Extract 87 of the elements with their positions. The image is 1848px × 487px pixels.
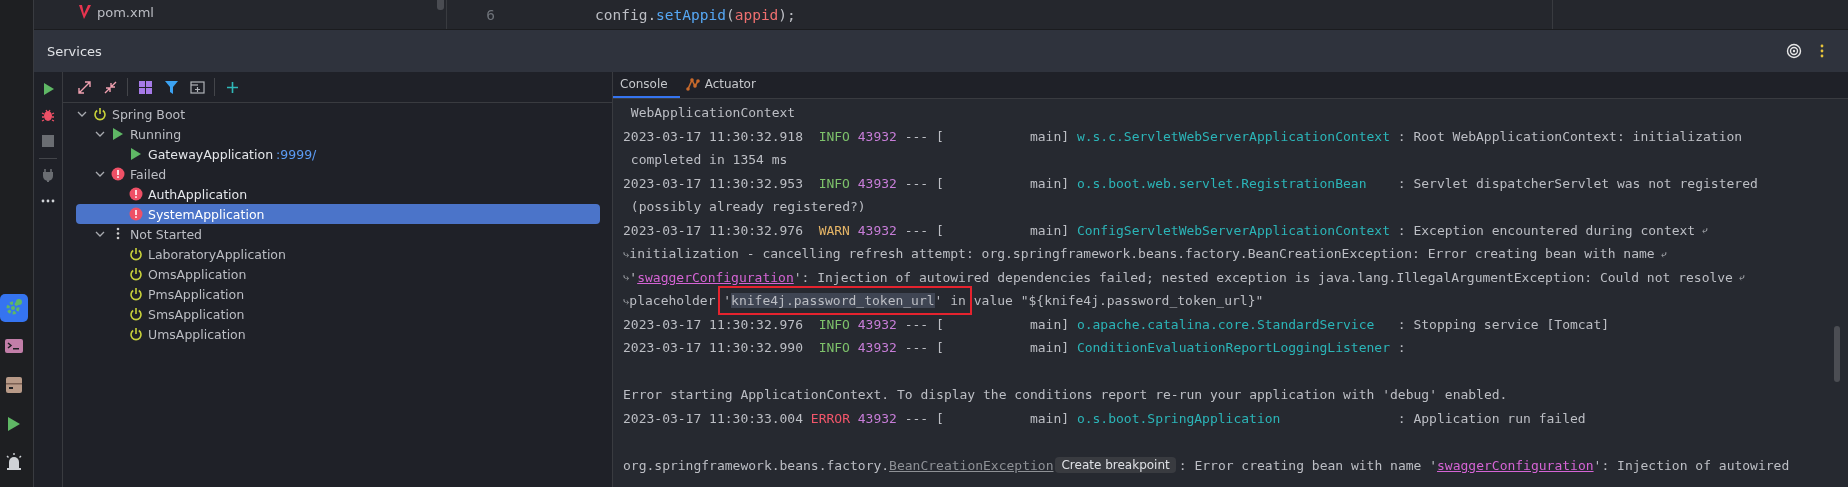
scrollbar-thumb[interactable] [1834, 326, 1840, 382]
console-text: placeholder 'knife4j.password_token_url' in value "${knife4j.password_token_url}" [629, 293, 1264, 309]
console-text: : Error creating bean with name 'swaggerConfiguration': Injection of autowired [1178, 457, 1790, 473]
package-icon [4, 375, 24, 395]
bug-icon [41, 108, 55, 122]
grid-icon [137, 79, 153, 95]
console-text: completed in 1354 ms [630, 152, 788, 168]
console-tab[interactable]: Actuator [679, 72, 768, 98]
tree-row[interactable]: UmsApplication [76, 324, 600, 344]
log-line: 2023-03-17 11:30:33.004 ERROR 43932 --- [ main] o.s.boot.SpringApplication : Application run failed [623, 410, 1586, 426]
tree-row[interactable]: SystemApplication [76, 204, 600, 224]
line-number: 6 [485, 7, 495, 23]
wrap-mark: ⤶ [1739, 271, 1746, 284]
tree-label: OmsApplication [148, 266, 247, 282]
tree-label: PmsApplication [148, 286, 245, 302]
target-icon [1786, 43, 1802, 59]
tool-window-button[interactable] [0, 294, 28, 322]
tree-row[interactable]: Running [76, 124, 600, 144]
tree-row[interactable]: SmsApplication [76, 304, 600, 324]
exception-link[interactable]: BeanCreationException [889, 457, 1054, 473]
class-link[interactable]: swaggerConfiguration [1437, 457, 1594, 473]
alert-icon [111, 167, 125, 181]
scrollbar-thumb[interactable] [437, 0, 444, 10]
alarm-icon [4, 452, 24, 473]
play-icon [129, 147, 143, 161]
expand-icon [76, 79, 92, 95]
power-icon [129, 327, 143, 341]
tree-label: GatewayApplication [148, 146, 274, 162]
console-text: Error starting ApplicationContext. To display the conditions report re-run your application with 'debug' enabled. [623, 387, 1508, 403]
class-link[interactable]: swaggerConfiguration [637, 269, 794, 285]
play-icon [41, 82, 55, 96]
stop-icon [41, 134, 55, 148]
power-icon [129, 247, 143, 261]
graph-icon [685, 77, 700, 91]
plug-icon [41, 168, 55, 182]
tree-label: AuthApplication [148, 186, 248, 202]
wrap-mark: ⤷ [623, 271, 630, 284]
panel-title: Services [47, 43, 103, 59]
play-icon [111, 127, 125, 141]
tree-row[interactable]: Spring Boot [76, 104, 600, 124]
console-text: 'swaggerConfiguration': Injection of autowired dependencies failed; nested exception is java.lang.IllegalArgumentException: Could not resolve [629, 269, 1733, 285]
tree-label: UmsApplication [148, 326, 246, 342]
filter-icon [163, 79, 179, 95]
add-icon [224, 79, 240, 95]
power-icon [129, 307, 143, 321]
tree-label: Spring Boot [112, 106, 186, 122]
collapse-icon [102, 79, 118, 95]
wrap-mark: ⤶ [1701, 224, 1708, 237]
wrap-mark: ⤷ [623, 247, 629, 260]
log-line: 2023-03-17 11:30:32.990 INFO 43932 --- [ main] ConditionEvaluationReportLoggingListener : [623, 340, 1406, 356]
log-line: 2023-03-17 11:30:32.918 INFO 43932 --- [ main] w.s.c.ServletWebServerApplicationContext : Root WebApplicationContext: initialization [623, 128, 1743, 144]
tree-label: LaboratoryApplication [148, 246, 286, 262]
tree-label: Running [130, 126, 182, 142]
alert-icon [129, 207, 143, 221]
wrap-mark: ⤷ [623, 294, 629, 306]
dots-icon [115, 227, 121, 241]
tree-row[interactable]: Not Started [76, 224, 600, 244]
alert-icon [129, 187, 143, 201]
console-text: WebApplicationContext [630, 105, 796, 121]
tree-row[interactable]: GatewayApplication :9999/ [76, 144, 600, 164]
port-link[interactable]: :9999/ [276, 146, 317, 162]
maven-icon [78, 4, 92, 20]
power-icon [93, 107, 107, 121]
log-line: 2023-03-17 11:30:32.953 INFO 43932 --- [ main] o.s.boot.web.servlet.RegistrationBean : Servlet dispatcherServlet was not registered [623, 175, 1758, 191]
log-line: 2023-03-17 11:30:32.976 WARN 43932 --- [ main] ConfigServletWebServerApplicationContext : Exception encountered during context [623, 222, 1696, 238]
tree-row[interactable]: AuthApplication [76, 184, 600, 204]
wrap-mark: ⤶ [1661, 247, 1668, 260]
log-line: 2023-03-17 11:30:32.976 INFO 43932 --- [ main] o.apache.catalina.core.StandardService : Stopping service [Tomcat] [623, 316, 1610, 332]
tree-label: SystemApplication [148, 206, 265, 222]
console-tab[interactable]: Console [613, 72, 680, 98]
power-icon [129, 287, 143, 301]
tree-row[interactable]: LaboratoryApplication [76, 244, 600, 264]
file-name[interactable]: pom.xml [97, 4, 154, 20]
new-tab-icon [189, 79, 205, 95]
power-icon [129, 267, 143, 281]
console-text: (possibly already registered?) [630, 199, 866, 215]
create-breakpoint-button[interactable]: Create breakpoint [1055, 457, 1176, 474]
tree-row[interactable]: OmsApplication [76, 264, 600, 284]
tree-label: Not Started [130, 226, 203, 242]
tree-row[interactable]: Failed [76, 164, 600, 184]
code-line: config.setAppid(appid); [595, 7, 796, 23]
console-text: org.springframework.beans.factory.BeanCreationException [623, 457, 1054, 473]
console-text: initialization - cancelling refresh attempt: org.springframework.beans.factory.BeanCreationException: Error creating bean with name [629, 246, 1655, 262]
tree-label: SmsApplication [148, 306, 245, 322]
kebab-icon [1820, 44, 1824, 58]
tree-label: Failed [130, 166, 167, 182]
tree-row[interactable]: PmsApplication [76, 284, 600, 304]
